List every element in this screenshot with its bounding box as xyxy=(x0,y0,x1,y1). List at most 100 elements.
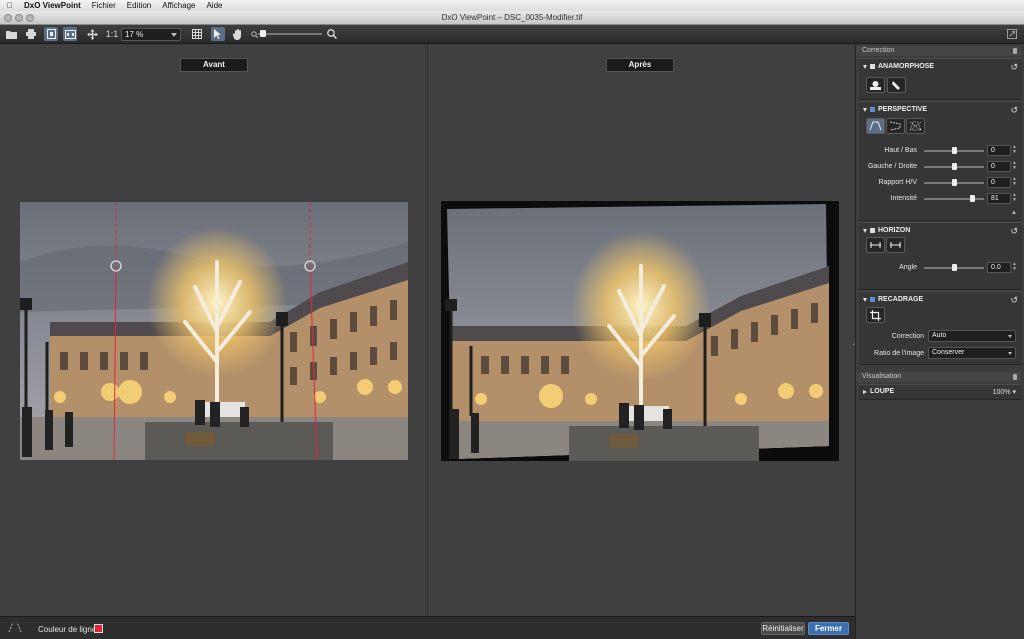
horizon-toggle[interactable] xyxy=(870,228,875,233)
zoom-in-icon[interactable] xyxy=(325,27,339,41)
param-value[interactable]: 0 xyxy=(987,145,1011,156)
close-button[interactable]: Fermer xyxy=(808,622,849,635)
param-slider-handle[interactable] xyxy=(951,147,957,154)
undo-icon[interactable]: ↺ xyxy=(1010,295,1018,306)
zoom-value: 17 % xyxy=(125,30,144,39)
perspective-param-row: Haut / Bas 0 ▲ ▼ xyxy=(859,145,1022,157)
perspective-toggle[interactable] xyxy=(870,107,875,112)
correction-dropdown[interactable]: Auto xyxy=(928,330,1016,342)
param-slider-handle[interactable] xyxy=(970,195,976,202)
pin-icon[interactable] xyxy=(1013,374,1017,380)
loupe-header[interactable]: LOUPE xyxy=(863,388,894,395)
zoom-slider-handle[interactable] xyxy=(260,30,266,37)
loupe-group[interactable]: LOUPE 100% ▾ xyxy=(859,384,1022,400)
stepper-icon[interactable]: ▲ ▼ xyxy=(1012,193,1017,203)
zoom-out-icon[interactable] xyxy=(250,27,258,41)
before-label: Avant xyxy=(180,58,248,72)
zoom-slider-track[interactable] xyxy=(258,33,322,35)
undo-icon[interactable]: ↺ xyxy=(1010,226,1018,237)
loupe-zoom-text: 100% xyxy=(992,389,1011,396)
param-label: Haut / Bas xyxy=(884,147,917,154)
perspective-vertical-button[interactable] xyxy=(866,118,885,134)
disclosure-triangle-icon xyxy=(863,228,867,233)
stepper-icon[interactable]: ▲ ▼ xyxy=(1012,177,1017,187)
perspective-tool-icon[interactable] xyxy=(8,621,22,636)
angle-label: Angle xyxy=(899,264,917,271)
grid-icon[interactable] xyxy=(190,27,204,41)
crop-button[interactable] xyxy=(866,307,885,323)
undo-icon[interactable]: ↺ xyxy=(1010,62,1018,73)
line-color-swatch[interactable] xyxy=(94,624,103,633)
correction-panel: Correction ANAMORPHOSE ↺ PERSPECTIVE ↺ H… xyxy=(855,45,1024,639)
apple-menu-icon[interactable]:  xyxy=(6,1,14,10)
stepper-icon[interactable]: ▲ ▼ xyxy=(1012,161,1017,171)
anamorphose-toggle[interactable] xyxy=(870,64,875,69)
pin-icon[interactable] xyxy=(1013,48,1017,54)
disclosure-triangle-icon xyxy=(863,107,867,112)
param-value[interactable]: 0 xyxy=(987,177,1011,188)
chevron-down-icon xyxy=(1008,352,1012,355)
before-image[interactable] xyxy=(20,202,408,460)
undo-icon[interactable]: ↺ xyxy=(1010,105,1018,116)
menu-app-name[interactable]: DxO ViewPoint xyxy=(24,1,81,10)
param-slider-handle[interactable] xyxy=(951,163,957,170)
anamorphose-group: ANAMORPHOSE ↺ xyxy=(859,58,1022,100)
horizon-header[interactable]: HORIZON xyxy=(863,227,910,234)
menu-affichage[interactable]: Affichage xyxy=(162,1,195,10)
chevron-down-icon xyxy=(1008,335,1012,338)
before-after-icon[interactable] xyxy=(63,27,77,41)
fullscreen-icon[interactable] xyxy=(1005,27,1019,41)
single-view-icon[interactable] xyxy=(44,27,58,41)
visualisation-header-label: Visualisation xyxy=(862,373,902,380)
ratio-dropdown[interactable]: Conserver xyxy=(928,347,1016,359)
recadrage-toggle[interactable] xyxy=(870,297,875,302)
zoom-select[interactable]: 17 % xyxy=(121,28,181,41)
stepper-icon[interactable]: ▲ ▼ xyxy=(1012,145,1017,155)
horizon-title: HORIZON xyxy=(878,227,911,234)
menu-edition[interactable]: Edition xyxy=(127,1,151,10)
anamorphose-header[interactable]: ANAMORPHOSE xyxy=(863,63,934,70)
perspective-group: PERSPECTIVE ↺ Haut / Bas 0 ▲ ▼ Gauche / D… xyxy=(859,101,1022,221)
hand-icon[interactable] xyxy=(231,27,245,41)
param-label: Rapport H/V xyxy=(878,179,917,186)
perspective-eight-point-button[interactable] xyxy=(906,118,925,134)
correction-label: Correction xyxy=(891,333,924,340)
param-value[interactable]: 0 xyxy=(987,161,1011,172)
horizon-auto-button[interactable] xyxy=(886,237,905,253)
perspective-param-row: Gauche / Droite 0 ▲ ▼ xyxy=(859,161,1022,173)
move-icon[interactable] xyxy=(85,27,99,41)
loupe-zoom-value[interactable]: 100% ▾ xyxy=(993,388,1016,396)
after-image[interactable] xyxy=(441,201,839,461)
stepper-icon[interactable]: ▲ ▼ xyxy=(1012,262,1017,272)
perspective-horizontal-button[interactable] xyxy=(886,118,905,134)
folder-icon[interactable] xyxy=(4,27,18,41)
pointer-icon[interactable] xyxy=(211,27,225,41)
angle-value[interactable]: 0.0 xyxy=(987,262,1011,273)
angle-slider-handle[interactable] xyxy=(951,264,957,271)
line-color-label: Couleur de ligne xyxy=(38,625,97,634)
window-title: DxO ViewPoint – DSC_0035-Modifier.tif xyxy=(441,13,583,22)
correction-section-header: Correction xyxy=(856,46,1021,56)
chevron-down-icon: ▾ xyxy=(1012,389,1016,396)
one-to-one-button[interactable]: 1:1 xyxy=(104,27,120,41)
chevron-down-icon xyxy=(171,33,177,37)
menu-aide[interactable]: Aide xyxy=(206,1,222,10)
perspective-header[interactable]: PERSPECTIVE xyxy=(863,106,927,113)
horizon-level-button[interactable] xyxy=(866,237,885,253)
print-icon[interactable] xyxy=(24,27,38,41)
perspective-param-row: Intensité 81 ▲ ▼ xyxy=(859,193,1022,205)
anamorphose-face-button[interactable] xyxy=(866,77,885,93)
reset-button[interactable]: Réinitialiser xyxy=(761,622,805,635)
viewer-divider xyxy=(427,45,428,616)
after-label: Après xyxy=(606,58,674,72)
param-value[interactable]: 81 xyxy=(987,193,1011,204)
expand-more-icon[interactable]: ▲ xyxy=(1011,210,1017,216)
menu-fichier[interactable]: Fichier xyxy=(92,1,116,10)
recadrage-header[interactable]: RECADRAGE xyxy=(863,296,923,303)
disclosure-triangle-icon xyxy=(863,297,867,302)
param-slider-handle[interactable] xyxy=(951,179,957,186)
param-label: Intensité xyxy=(890,195,917,202)
ratio-dropdown-row: Ratio de l'image Conserver xyxy=(859,347,1022,360)
perspective-param-row: Rapport H/V 0 ▲ ▼ xyxy=(859,177,1022,189)
anamorphose-brush-button[interactable] xyxy=(887,77,906,93)
